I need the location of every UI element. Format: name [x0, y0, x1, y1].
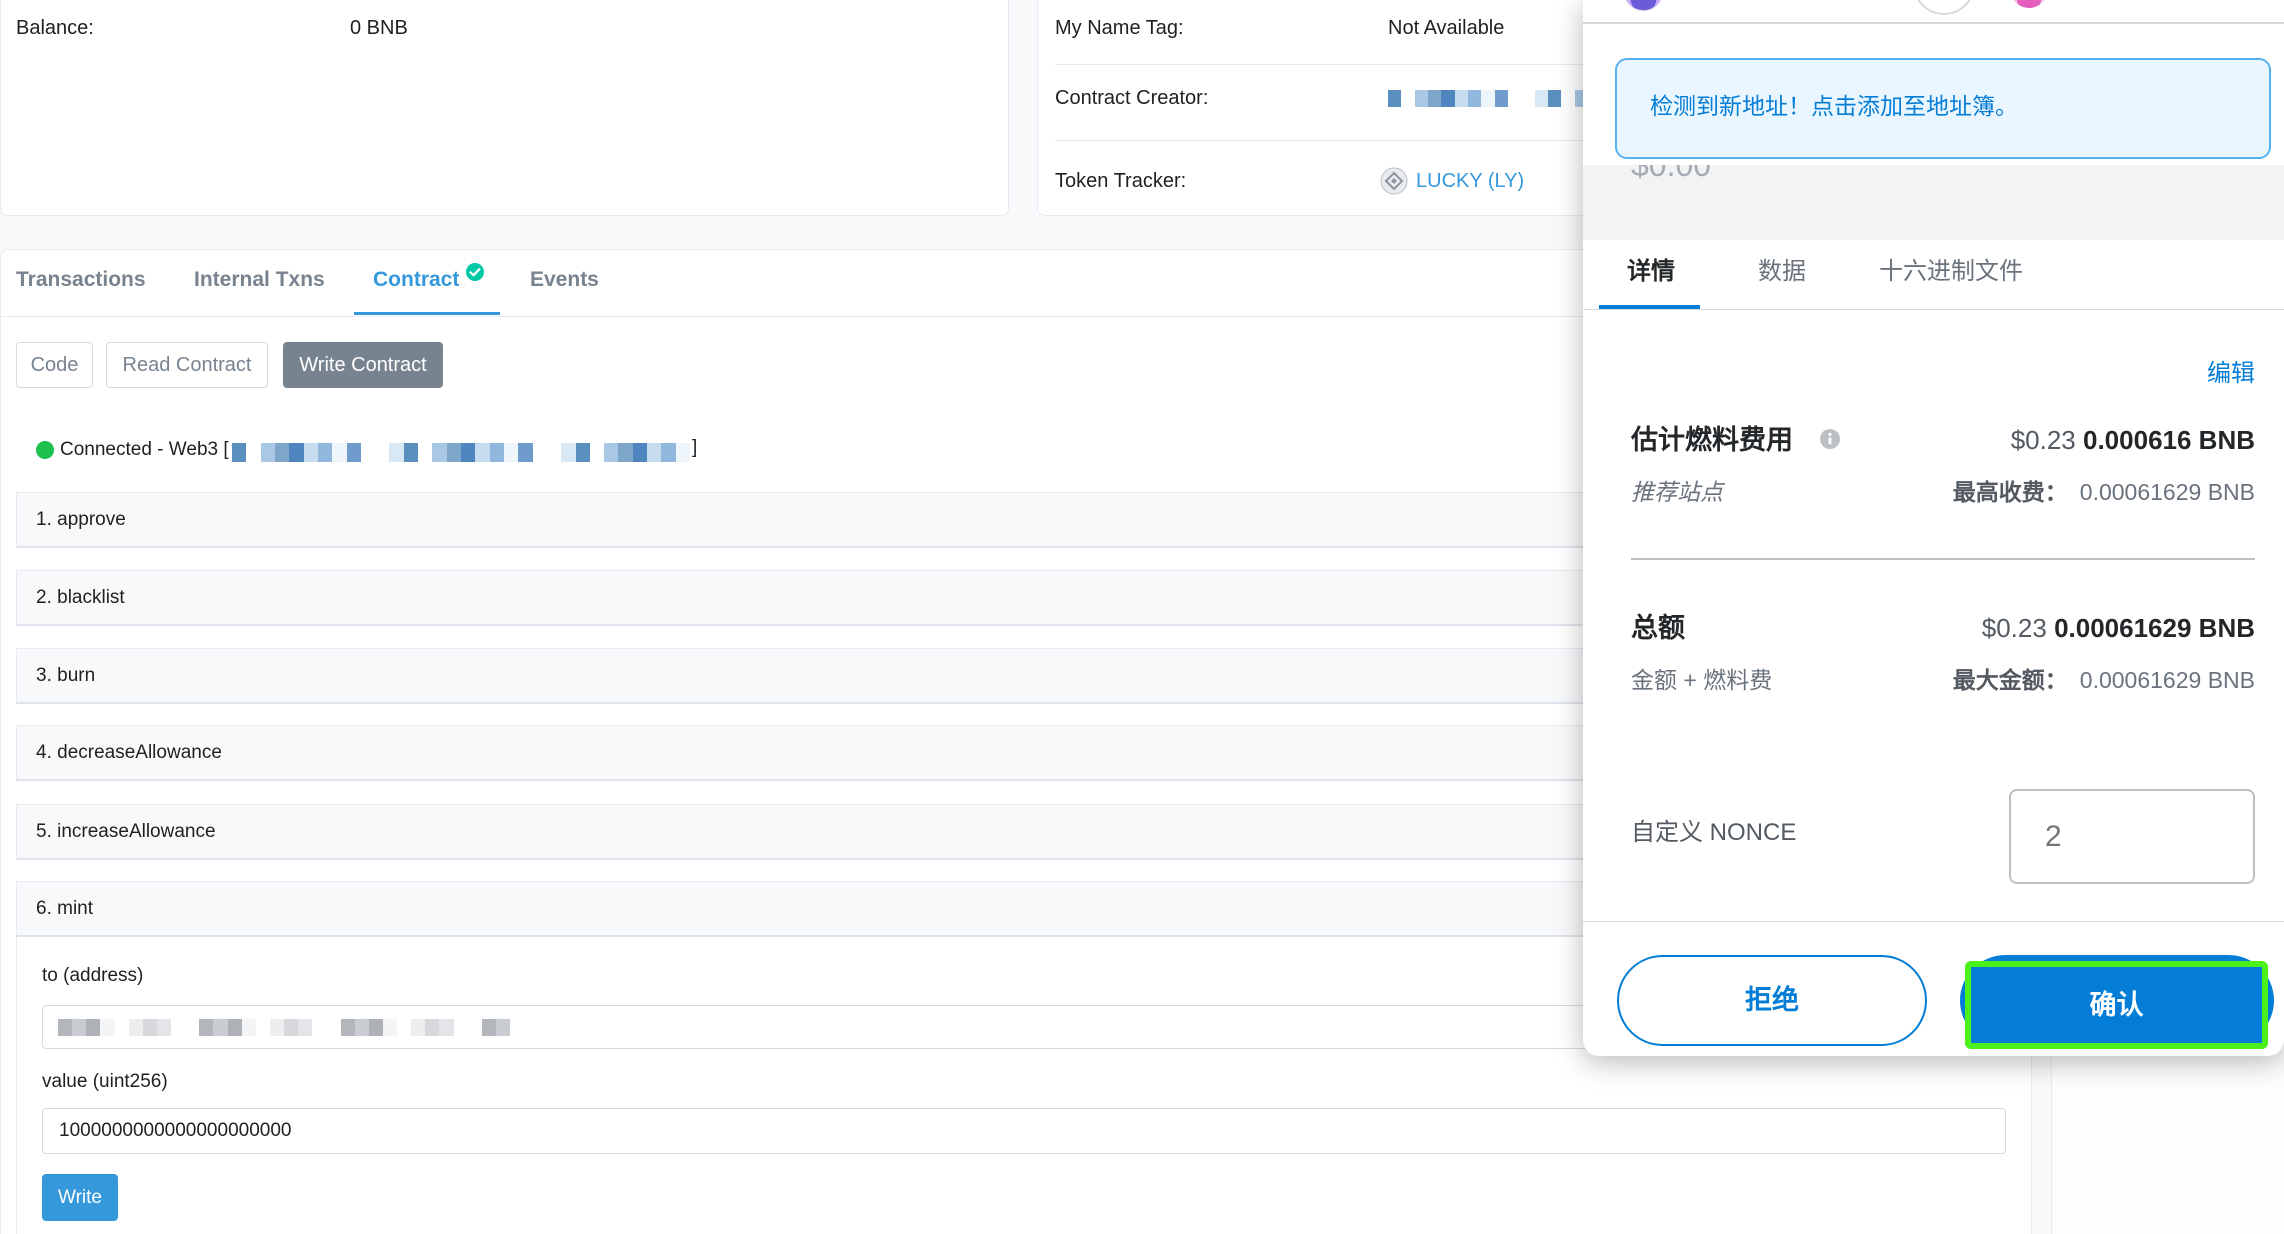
write-button[interactable]: Write [42, 1174, 118, 1221]
code-button[interactable]: Code [16, 342, 93, 388]
footer-divider [1583, 921, 2284, 922]
active-tab-underline [354, 312, 500, 315]
section-divider [1631, 558, 2255, 560]
verified-check-icon [466, 263, 484, 281]
edit-link[interactable]: 编辑 [2207, 357, 2255, 391]
network-indicator-icon[interactable] [1913, 0, 1975, 15]
connected-address-redacted[interactable] [232, 443, 690, 462]
function-label: 4. decreaseAllowance [36, 742, 222, 763]
tab-bar-border [1583, 309, 2284, 310]
tab-internal-txns[interactable]: Internal Txns [194, 266, 325, 294]
web3-status-suffix: ] [692, 437, 698, 458]
name-tag-value: Not Available [1388, 17, 1505, 39]
total-max-value: 0.00061629 BNB [2079, 667, 2255, 693]
value-input[interactable] [42, 1108, 2006, 1154]
confirm-button[interactable]: 确认 [1965, 961, 2268, 1049]
tab-hex[interactable]: 十六进制文件 [1879, 255, 2023, 289]
name-tag-label: My Name Tag: [1055, 17, 1184, 39]
gas-fee-fiat: $0.23 [2010, 425, 2076, 455]
new-address-notice-text: 检测到新地址！点击添加至地址簿。 [1650, 93, 2018, 119]
total-sub-label: 金额 + 燃料费 [1631, 667, 1773, 693]
tab-contract[interactable]: Contract [373, 266, 459, 294]
contract-creator-address-redacted[interactable] [1388, 90, 1588, 107]
function-label: 2. blacklist [36, 587, 125, 608]
gas-fee-site: 推荐站点 [1631, 479, 1723, 505]
tab-details[interactable]: 详情 [1627, 255, 1675, 289]
function-label: 1. approve [36, 509, 126, 530]
web3-status: Connected - Web3 [ [60, 439, 229, 460]
balance-value: 0 BNB [350, 17, 408, 39]
to-address-redacted [58, 1019, 510, 1036]
token-tracker-link[interactable]: LUCKY (LY) [1416, 167, 1524, 195]
header-divider [1583, 22, 2284, 24]
function-label: 6. mint [36, 898, 94, 919]
account-avatar[interactable] [1624, 0, 1663, 11]
tab-events[interactable]: Events [530, 266, 599, 294]
overview-card [0, 0, 1009, 216]
total-max-amount: 最大金额： 0.00061629 BNB [1953, 664, 2255, 696]
gas-max-fee-value: 0.00061629 BNB [2079, 479, 2255, 505]
nonce-input[interactable] [2009, 789, 2255, 884]
balance-label: Balance: [16, 17, 94, 39]
to-address-label: to (address) [42, 965, 144, 986]
total-fiat: $0.23 [1981, 613, 2047, 643]
value-label: value (uint256) [42, 1071, 168, 1092]
read-contract-button[interactable]: Read Contract [106, 342, 268, 388]
nonce-label: 自定义 NONCE [1631, 819, 1797, 846]
amount-value: $0.00 [1631, 165, 1712, 183]
function-label: 3. burn [36, 665, 96, 686]
reject-button[interactable]: 拒绝 [1617, 955, 1927, 1046]
total-label: 总额 [1631, 613, 1685, 643]
gas-max-fee-label: 最高收费： [1952, 479, 2068, 505]
tab-transactions[interactable]: Transactions [16, 266, 146, 294]
recipient-avatar [2010, 0, 2048, 8]
amount-clip: $0.00 [1631, 165, 1831, 193]
contract-creator-label: Contract Creator: [1055, 87, 1209, 109]
tab-data[interactable]: 数据 [1758, 255, 1806, 289]
token-tracker-label: Token Tracker: [1055, 170, 1187, 192]
bnb-token-icon [1380, 167, 1408, 195]
gas-fee-label: 估计燃料费用 [1631, 425, 1793, 455]
total-crypto: 0.00061629 BNB [2054, 613, 2255, 643]
total-value: $0.23 0.00061629 BNB [1982, 610, 2255, 646]
gas-max-fee: 最高收费： 0.00061629 BNB [1953, 476, 2255, 508]
info-icon[interactable] [1819, 428, 1841, 450]
total-max-label: 最大金额： [1952, 667, 2068, 693]
write-contract-button[interactable]: Write Contract [283, 342, 443, 388]
gas-fee-crypto: 0.000616 BNB [2083, 425, 2255, 455]
function-label: 5. increaseAllowance [36, 821, 216, 842]
wallet-confirm-popup: $0.00 检测到新地址！点击添加至地址簿。 详情 数据 十六进制文件 编辑 估… [1583, 0, 2284, 1056]
connected-dot-icon [36, 441, 54, 459]
gas-fee-value: $0.23 0.000616 BNB [2011, 422, 2255, 458]
